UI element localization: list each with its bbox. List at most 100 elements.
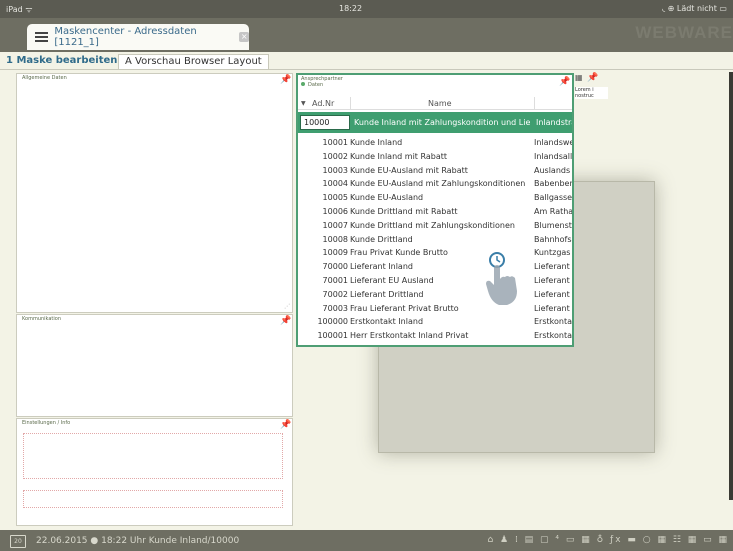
sort-triangle-icon[interactable]: ▼ (301, 100, 306, 107)
cell-name: Kunde EU-Ausland mit Rabatt (350, 165, 468, 175)
panel-title: Einstellungen / Info (22, 420, 71, 426)
table-row[interactable]: 100000 Erstkontakt Inland Erstkonta (298, 315, 572, 328)
column-separator (534, 97, 535, 110)
device-label: iPad ᯤ (6, 5, 33, 14)
table-row[interactable]: 100001 Herr Erstkontakt Inland Privat Erst… (298, 329, 572, 342)
cell-street: Am Ratha (534, 207, 572, 216)
nr-input[interactable]: 10000 (300, 115, 350, 130)
table-row[interactable]: 10004 Kunde EU-Ausland mit Zahlungskondit… (298, 177, 572, 190)
side-mini-panel[interactable]: ▦ 📌 Lorem i nostruc (575, 73, 608, 103)
selected-street: Inlandstra (536, 118, 572, 127)
table-row[interactable]: 10008 Kunde Drittland Bahnhofs (298, 233, 572, 246)
cell-street: Auslands (534, 165, 571, 175)
cell-street: Bahnhofs (534, 234, 572, 244)
table-row[interactable]: 70000 Lieferant Inland Lieferant (298, 260, 572, 273)
panel-communication[interactable]: Kommunikation 📌 (16, 314, 293, 417)
grid-icon[interactable]: ▦ (575, 73, 585, 83)
pin-icon[interactable]: 📌 (587, 73, 598, 83)
selected-name: Kunde Inland mit Zahlungskondition und L… (354, 118, 531, 127)
table-header: ▼ Ad.Nr Name (298, 97, 572, 110)
cell-nr: 10008 (322, 234, 348, 244)
cell-nr: 70000 (322, 262, 348, 272)
popup-subtitle: Daten (308, 82, 324, 88)
cell-name: Herr Erstkontakt Inland Privat (350, 331, 469, 341)
cell-nr: 10001 (322, 138, 348, 147)
cell-street: Lieferant (534, 303, 570, 313)
contact-person-panel[interactable]: Ansprechpartner Daten 📌 ▼ Ad.Nr Name 100… (296, 73, 574, 347)
cell-street: Erstkonta (534, 331, 572, 341)
status-dot-icon (301, 82, 305, 86)
column-separator (350, 97, 351, 110)
pin-icon[interactable]: 📌 (280, 420, 291, 430)
column-header-nr[interactable]: Ad.Nr (312, 99, 334, 108)
calendar-icon[interactable]: 20 (10, 535, 26, 548)
cell-street: Lieferant (534, 289, 570, 299)
touch-hand-icon (486, 252, 517, 305)
cell-nr: 10003 (322, 165, 348, 175)
table-row[interactable]: 10007 Kunde Drittland mit Zahlungskonditi… (298, 219, 572, 232)
status-time: 18:22 (339, 4, 363, 13)
table-row[interactable]: 10005 Kunde EU-Ausland Ballgasse (298, 191, 572, 204)
table-row[interactable]: 70001 Lieferant EU Ausland Lieferant (298, 274, 572, 287)
cell-street: Blumenst (534, 220, 572, 230)
cell-name: Kunde Drittland mit Rabatt (350, 207, 458, 216)
cell-street: Inlandsall (534, 151, 572, 161)
footer-status-text: 22.06.2015 ● 18:22 Uhr Kunde Inland/1000… (36, 536, 240, 546)
status-footer: 20 22.06.2015 ● 18:22 Uhr Kunde Inland/1… (0, 530, 733, 551)
close-icon[interactable]: × (239, 32, 249, 42)
cell-nr: 100001 (317, 331, 348, 341)
table-row[interactable]: 10001 Kunde Inland Inlandswe (298, 136, 572, 149)
info-field-area[interactable] (23, 490, 283, 508)
window-tab[interactable]: Maskencenter - Adressdaten [1121_1] × (27, 24, 249, 50)
panel-title: Kommunikation (22, 316, 62, 322)
tab-browser-preview[interactable]: A Vorschau Browser Layout (118, 54, 269, 70)
table-row[interactable]: 10006 Kunde Drittland mit Rabatt Am Ratha (298, 205, 572, 218)
cell-street: Erstkonta (534, 317, 572, 327)
cell-nr: 10004 (322, 179, 348, 189)
settings-field-area[interactable] (23, 433, 283, 479)
cell-name: Erstkontakt Inland (350, 317, 424, 327)
cell-name: Kunde Inland (350, 138, 403, 147)
window-title: Maskencenter - Adressdaten [1121_1] (54, 26, 197, 48)
cell-name: Kunde EU-Ausland mit Zahlungskonditionen (350, 179, 526, 189)
panel-settings-info[interactable]: Einstellungen / Info 📌 (16, 418, 293, 526)
panel-title: Allgemeine Daten (22, 75, 67, 81)
app-header: Maskencenter - Adressdaten [1121_1] × WE… (0, 18, 733, 52)
cell-nr: 100000 (317, 317, 348, 327)
cell-nr: 70002 (322, 289, 348, 299)
pin-icon[interactable]: 📌 (280, 316, 291, 326)
panel-general-data[interactable]: Allgemeine Daten 📌 ⋰ (16, 73, 293, 313)
table-row[interactable]: 10003 Kunde EU-Ausland mit Rabatt Auslands (298, 164, 572, 177)
table-row[interactable]: 70002 Lieferant Drittland Lieferant (298, 288, 572, 301)
table-row[interactable]: 10002 Kunde Inland mit Rabatt Inlandsall (298, 150, 572, 163)
tab-mask-edit[interactable]: 1 Maske bearbeiten (0, 54, 123, 70)
cell-nr: 10007 (322, 220, 348, 230)
table-row[interactable]: 70003 Frau Lieferant Privat Brutto Liefera… (298, 302, 572, 315)
side-scrollbar[interactable] (729, 72, 733, 500)
brand-logo: WEBWARE (635, 23, 733, 42)
cell-nr: 70001 (322, 276, 348, 285)
pin-icon[interactable]: 📌 (280, 75, 291, 85)
cell-nr: 10006 (322, 207, 348, 216)
cell-nr: 10009 (322, 248, 348, 258)
cell-street: Kuntzgas (534, 248, 571, 258)
cell-street: Lieferant (534, 262, 570, 272)
cell-nr: 10005 (322, 193, 348, 203)
tab-bar: 1 Maske bearbeiten A Vorschau Browser La… (0, 52, 733, 70)
cell-street: Ballgasse (534, 193, 572, 203)
cell-nr: 70003 (322, 303, 348, 313)
footer-toolbar-icons[interactable]: ⌂ ♟ ⁞ ▤ ▢ ⁴ ▭ ▦ ♁ ƒx ▬ ○ ▦ ☷ ▦ ▭ ▦ (487, 535, 729, 545)
mini-text-line: nostruc (575, 93, 594, 99)
resize-handle-icon[interactable]: ⋰ (284, 303, 290, 310)
selected-table-row[interactable]: 10000 Kunde Inland mit Zahlungskondition… (298, 112, 572, 133)
pin-icon[interactable]: 📌 (559, 77, 570, 87)
cell-street: Inlandswe (534, 138, 572, 147)
cell-name: Kunde EU-Ausland (350, 193, 424, 203)
ios-status-bar: iPad ᯤ 18:22 ◟ ⊕ Lädt nicht ▭ (0, 0, 733, 18)
battery-status: ◟ ⊕ Lädt nicht ▭ (661, 4, 727, 13)
column-header-name[interactable]: Name (428, 99, 452, 108)
cell-name: Kunde Drittland (350, 234, 413, 244)
table-row[interactable]: 10009 Frau Privat Kunde Brutto Kuntzgas (298, 246, 572, 259)
popup-header: Ansprechpartner Daten (301, 76, 343, 88)
hamburger-menu-icon[interactable] (35, 32, 49, 42)
